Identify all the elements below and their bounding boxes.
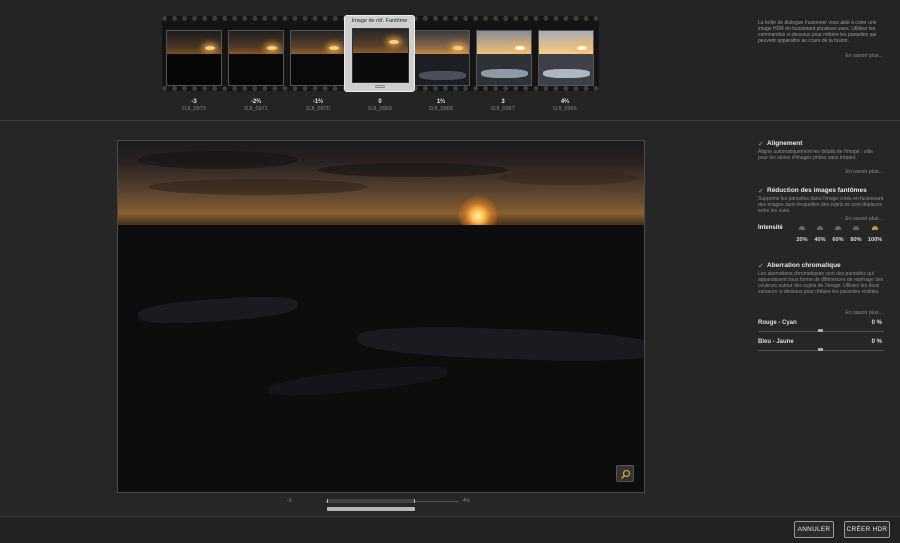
red-cyan-slider-thumb[interactable] [818,329,823,332]
reference-label: Image de réf. Fantôme [351,18,408,24]
chromatic-aberration-checkbox[interactable]: ✓ [758,262,764,270]
frame-thumbnail[interactable] [476,30,532,86]
intensity-option-label: 40% [814,237,826,243]
alignment-learn-more-link[interactable]: En savoir plus... [803,169,883,175]
learn-more-link[interactable]: En savoir plus... [803,53,883,59]
intensity-option-label: 100% [867,237,883,243]
blue-yellow-label: Bleu - Jaune [758,339,794,345]
intensity-radio-80[interactable] [853,226,859,230]
intensity-option-label: 60% [832,237,844,243]
create-hdr-button[interactable]: CRÉER HDR [844,521,890,538]
file-label: DJI_0967 [491,106,515,112]
chromatic-aberration-title: Aberration chromatique [767,262,841,269]
chromatic-aberration-section: ✓ Aberration chromatique Les aberrations… [758,262,884,310]
intensity-option-label: 20% [796,237,808,243]
file-label: DJI_0968 [429,106,453,112]
zoom-button[interactable] [616,465,634,482]
intensity-option-label: 80% [850,237,862,243]
file-label: DJI_0969 [368,106,392,112]
ev-label: -2⅔ [250,99,262,105]
ev-label: 0 [378,99,382,105]
blue-yellow-value: 0 % [871,339,882,345]
frame-thumbnail[interactable] [228,30,284,86]
alignment-title: Alignement [767,140,803,147]
magnifier-icon [620,469,631,480]
frame-thumbnail[interactable] [166,30,222,86]
ev-label: 4⅔ [560,99,570,105]
bottom-bar [0,516,900,543]
exposure-scrollbar[interactable] [327,507,415,511]
intensity-radio-100[interactable] [872,226,878,230]
ev-label: -3 [191,99,197,105]
ev-label: -1⅔ [312,99,324,105]
ev-label: 1⅔ [436,99,446,105]
red-cyan-label: Rouge - Cyan [758,320,797,326]
ghost-reduction-title: Réduction des images fantômes [767,187,867,194]
frame-thumbnail[interactable] [290,30,346,86]
frame-thumbnail[interactable] [538,30,594,86]
blue-yellow-slider-thumb[interactable] [818,348,823,351]
alignment-description: Aligne automatiquement les détails de l'… [758,149,873,161]
ghost-reduction-description: Supprime les parasites dans l'image créé… [758,196,884,214]
ghost-reduction-checkbox[interactable]: ✓ [758,187,764,195]
intensity-radio-20[interactable] [799,226,805,230]
reference-frame[interactable]: Image de réf. Fantôme [344,15,415,92]
exposure-max-label: 4⅔ [463,498,470,504]
intensity-label: Intensité [758,225,783,231]
file-label: DJI_0966 [553,106,577,112]
exposure-range-slider[interactable]: -3 4⅔ [285,496,475,516]
alignment-checkbox[interactable]: ✓ [758,140,764,148]
exposure-min-label: -3 [287,498,292,504]
ev-label: 3 [501,99,505,105]
frame-thumbnail[interactable] [414,30,470,86]
file-label: DJI_0973 [182,106,206,112]
intensity-radio-60[interactable] [835,226,841,230]
info-text: La boîte de dialogue Fusionner vous aide… [758,20,877,44]
intensity-radio-40[interactable] [817,226,823,230]
file-label: DJI_0971 [244,106,268,112]
file-label: DJI_0970 [306,106,330,112]
ghost-learn-more-link[interactable]: En savoir plus... [803,216,883,222]
hdr-preview-image [117,140,645,493]
reference-thumbnail[interactable] [352,28,409,83]
red-cyan-value: 0 % [871,320,882,326]
cancel-button[interactable]: ANNULER [794,521,834,538]
chromatic-aberration-description: Les aberrations chromatiques sont des pa… [758,271,884,295]
exposure-range-handle[interactable] [327,499,415,503]
chromatic-learn-more-link[interactable]: En savoir plus... [803,310,883,316]
drag-handle[interactable] [375,85,385,88]
